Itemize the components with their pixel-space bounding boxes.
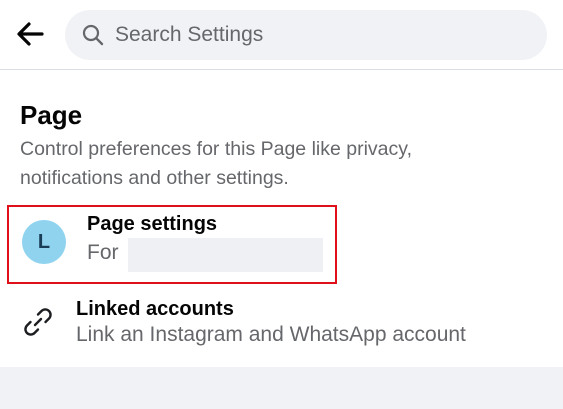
top-bar (0, 0, 563, 70)
redacted-page-name (128, 238, 323, 272)
section-description: Control preferences for this Page like p… (20, 138, 412, 189)
search-input[interactable] (115, 15, 515, 55)
avatar: L (22, 220, 66, 264)
linked-accounts-title: Linked accounts (76, 298, 234, 320)
linked-accounts-item[interactable]: Linked accounts Link an Instagram and Wh… (0, 290, 563, 360)
arrow-left-icon (14, 18, 46, 55)
back-button[interactable] (10, 16, 50, 56)
page-settings-item[interactable]: L Page settings For (7, 205, 337, 284)
section-separator-band (0, 367, 563, 409)
linked-accounts-subtitle: Link an Instagram and WhatsApp account (76, 323, 466, 346)
search-bar[interactable] (65, 10, 547, 60)
link-icon (20, 304, 56, 340)
search-icon (81, 23, 105, 47)
page-settings-title: Page settings (87, 213, 218, 235)
section-title: Page (20, 100, 83, 130)
page-settings-subtitle: For (87, 241, 119, 264)
header-divider (0, 69, 563, 70)
